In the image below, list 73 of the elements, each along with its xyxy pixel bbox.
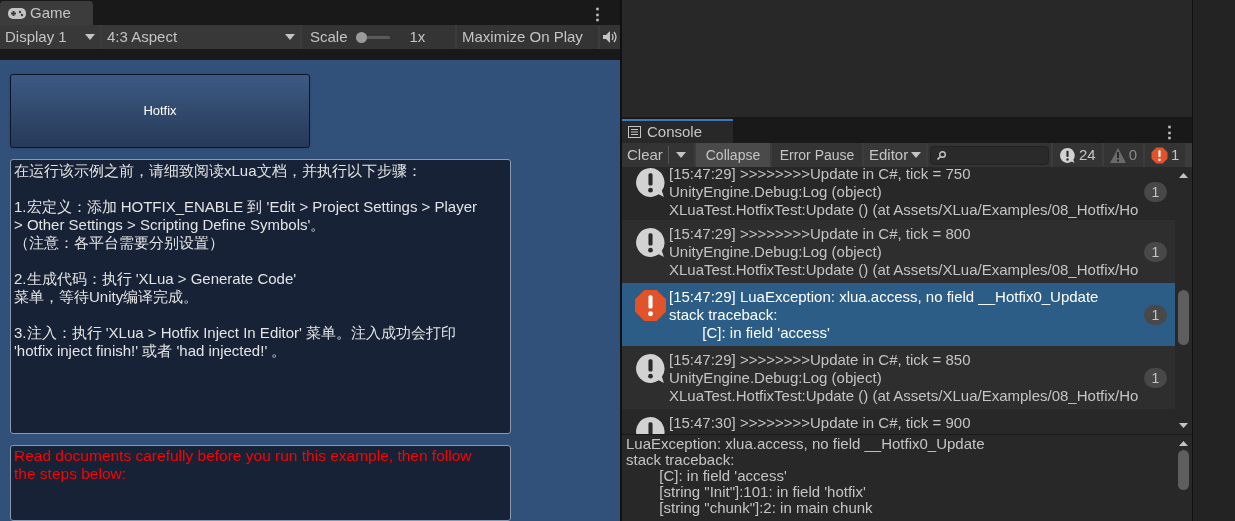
count-badge: 1	[1144, 241, 1167, 262]
log-line: [15:47:29] >>>>>>>>Update in C#, tick = 850	[669, 351, 972, 369]
detail-line: [C]: in field 'access'	[658, 468, 788, 484]
search-field[interactable]	[930, 145, 1049, 165]
speaker-icon	[603, 31, 617, 43]
scrollbar-thumb[interactable]	[1178, 290, 1189, 345]
info-line: 在运行该示例之前，请细致阅读xLua文档，并执行以下步骤：	[14, 162, 423, 181]
log-line: UnityEngine.Debug:Log (object)	[669, 183, 883, 201]
log-line: UnityEngine.Debug:Log (object)	[669, 369, 883, 387]
caret-icon	[676, 152, 687, 158]
error-icon	[634, 289, 667, 322]
console-entry[interactable]: [15:47:29] >>>>>>>>Update in C#, tick = 800 UnityEngine.Debug:Log (object) XLuaTest.HotfixTest:Update () (at Assets/XLua/Examples/08_Hotfix/Ho 1	[622, 220, 1175, 283]
error-count-toggle[interactable]: 1	[1145, 143, 1186, 167]
info-line: 1.宏定义：添加 HOTFIX_ENABLE 到 'Edit > Project Settings > Player	[14, 198, 478, 217]
speech-bubble-icon	[634, 352, 667, 385]
more-menu-button[interactable]: ⋮	[1159, 123, 1180, 143]
caret-icon	[85, 34, 95, 40]
scale-slider[interactable]	[355, 31, 390, 43]
info-line: 菜单，等待Unity编译完成。	[14, 288, 200, 307]
slider-thumb[interactable]	[355, 31, 367, 43]
search-icon	[937, 150, 946, 160]
info-line: 'hotfix inject finish!' 或者 'had injected!' 。	[14, 342, 288, 361]
log-count-toggle[interactable]: 24	[1053, 143, 1102, 167]
editor-dropdown[interactable]: Editor	[864, 143, 926, 167]
scroll-down-icon[interactable]	[1179, 423, 1188, 428]
aspect-dropdown[interactable]: 4:3 Aspect	[102, 25, 300, 49]
maximize-on-play-button[interactable]: Maximize On Play	[457, 25, 598, 49]
count-badge: 1	[1144, 367, 1167, 388]
speech-bubble-icon	[634, 226, 667, 259]
gamepad-icon	[8, 7, 26, 19]
count-badge: 1	[1144, 182, 1167, 202]
warning-icon	[1109, 147, 1126, 163]
game-tab[interactable]: Game	[0, 1, 93, 25]
console-entry[interactable]: [15:47:29] >>>>>>>>Update in C#, tick = 850 UnityEngine.Debug:Log (object) XLuaTest.HotfixTest:Update () (at Assets/XLua/Examples/08_Hotfix/Ho 1	[622, 346, 1175, 409]
count-badge: 1	[1144, 304, 1167, 325]
log-line: [C]: in field 'access'	[701, 324, 831, 342]
speech-bubble-icon	[1059, 146, 1076, 164]
more-menu-button[interactable]: ⋮	[587, 5, 608, 25]
log-line: [15:47:30] >>>>>>>>Update in C#, tick = 900	[669, 414, 971, 432]
detail-line: stack traceback:	[626, 452, 736, 468]
log-line: [15:47:29] >>>>>>>>Update in C#, tick = 800	[669, 225, 972, 243]
warning-count-toggle[interactable]: 0	[1103, 143, 1144, 167]
scrollbar-thumb[interactable]	[1178, 450, 1189, 490]
error-pause-toggle[interactable]: Error Pause	[772, 143, 862, 167]
caret-icon	[911, 152, 921, 158]
list-icon	[628, 126, 641, 138]
caret-icon	[285, 34, 295, 40]
console-tab[interactable]: Console	[622, 119, 733, 143]
collapse-toggle[interactable]: Collapse	[696, 143, 770, 167]
scale-value: 1x	[409, 26, 426, 47]
info-line: > Other Settings > Scripting Define Symbols'。	[14, 216, 327, 235]
info-line: 2.生成代码：执行 'XLua > Generate Code'	[14, 270, 298, 289]
log-line: XLuaTest.HotfixTest:Update () (at Assets/XLua/Examples/08_Hotfix/Ho	[669, 261, 1139, 279]
scroll-up-icon[interactable]	[1179, 441, 1188, 446]
info-line: （注意：各平台需要分别设置）	[14, 234, 225, 253]
scroll-up-icon[interactable]	[1179, 173, 1188, 178]
hotfix-button[interactable]: Hotfix	[10, 74, 310, 149]
detail-line: LuaException: xlua.access, no field __Hotfix0_Update	[626, 436, 986, 452]
scale-label: Scale	[310, 26, 348, 47]
english-note: Read documents carefully before you run this example, then follow the steps below:	[14, 446, 473, 483]
info-line: 3.注入：执行 'XLua > Hotfix Inject In Editor' 菜单。注入成功会打印	[14, 324, 458, 343]
display-dropdown[interactable]: Display 1	[0, 25, 100, 49]
log-line: XLuaTest.HotfixTest:Update () (at Assets/XLua/Examples/08_Hotfix/Ho	[669, 387, 1139, 405]
log-line: UnityEngine.Debug:Log (object)	[669, 243, 883, 261]
console-entry[interactable]: [15:47:29] LuaException: xlua.access, no field __Hotfix0_Update stack traceback: [C]: in field 'access' 1	[622, 283, 1175, 346]
log-line: [15:47:29] >>>>>>>>Update in C#, tick = 750	[669, 167, 972, 183]
log-line: [15:47:29] LuaException: xlua.access, no field __Hotfix0_Update	[669, 288, 1099, 306]
log-line: XLuaTest.HotfixTest:Update () (at Assets/XLua/Examples/08_Hotfix/Ho	[669, 201, 1139, 219]
audio-mute-button[interactable]	[600, 25, 620, 49]
error-icon	[1151, 146, 1169, 164]
detail-line: [string "chunk"]:2: in main chunk	[658, 500, 874, 516]
detail-line: [string "Init"]:101: in field 'hotfix'	[658, 484, 867, 500]
log-line: stack traceback:	[669, 306, 779, 324]
